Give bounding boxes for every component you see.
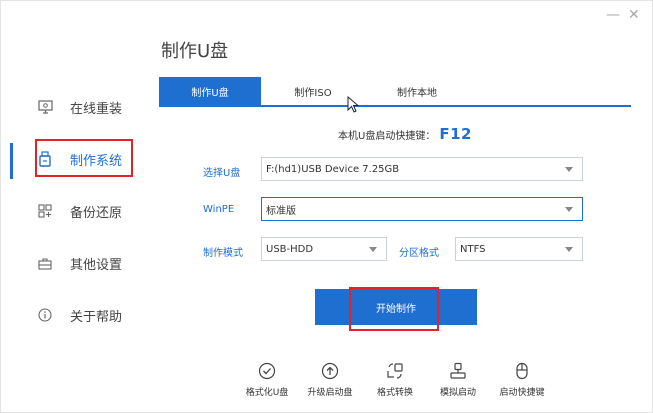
tool-simulate-boot[interactable]: 模拟启动	[428, 361, 488, 401]
usb-device-value: F:(hd1)USB Device 7.25GB	[266, 163, 400, 175]
tab-bar: 制作U盘 制作ISO 制作本地	[159, 77, 631, 107]
mode-label: 制作模式	[203, 248, 243, 259]
info-icon	[36, 306, 54, 324]
tool-label: 启动快捷键	[499, 388, 545, 398]
tab-make-local[interactable]: 制作本地	[365, 77, 469, 105]
chevron-down-icon	[565, 207, 573, 212]
chevron-down-icon	[565, 167, 573, 172]
sidebar-item-online-reinstall[interactable]: 在线重装	[1, 87, 151, 127]
highlight-box-sidebar	[35, 139, 133, 177]
mode-select[interactable]: USB-HDD	[261, 237, 387, 261]
shortcut-hint: 本机U盘启动快捷键： F12	[338, 125, 472, 143]
sidebar-item-backup-restore[interactable]: 备份还原	[1, 191, 151, 231]
sidebar-item-label: 其他设置	[70, 257, 123, 273]
sidebar-item-label: 在线重装	[70, 101, 123, 117]
sidebar-item-label: 备份还原	[70, 205, 123, 221]
shortcut-label: 本机U盘启动快捷键：	[338, 130, 436, 142]
usb-select-label: 选择U盘	[203, 168, 241, 179]
toolbox-icon	[36, 254, 54, 272]
check-circle-icon	[257, 361, 277, 381]
sidebar-item-about-help[interactable]: 关于帮助	[1, 295, 151, 335]
partition-value: NTFS	[460, 243, 486, 255]
tool-format-usb[interactable]: 格式化U盘	[237, 361, 297, 401]
partition-select[interactable]: NTFS	[455, 237, 583, 261]
tool-label: 模拟启动	[439, 388, 476, 398]
sidebar-item-other-settings[interactable]: 其他设置	[1, 243, 151, 283]
winpe-label: WinPE	[203, 204, 235, 215]
grid-backup-icon	[36, 202, 54, 220]
partition-label: 分区格式	[399, 248, 439, 259]
chevron-down-icon	[369, 247, 377, 252]
tool-boot-hotkey[interactable]: 启动快捷键	[492, 361, 552, 401]
tool-format-convert[interactable]: 格式转换	[365, 361, 425, 401]
usb-device-select[interactable]: F:(hd1)USB Device 7.25GB	[261, 157, 583, 181]
convert-icon	[385, 361, 405, 381]
minimize-button[interactable]: —	[606, 7, 620, 23]
tool-upgrade-boot[interactable]: 升级启动盘	[300, 361, 360, 401]
sidebar-item-label: 关于帮助	[70, 309, 123, 325]
close-button[interactable]: ✕	[628, 7, 640, 23]
page-title: 制作U盘	[161, 41, 229, 62]
winpe-value: 标准版	[266, 205, 296, 217]
tool-label: 格式化U盘	[245, 388, 289, 398]
simulate-icon	[448, 361, 468, 381]
winpe-select[interactable]: 标准版	[261, 197, 583, 221]
highlight-box-button	[349, 287, 439, 331]
monitor-icon	[36, 98, 54, 116]
app-window: — ✕ 制作U盘 在线重装 制作系统 备份还原 其他设置 关于帮助 制作U盘 制…	[0, 0, 653, 413]
mouse-icon	[512, 361, 532, 381]
mouse-pointer-icon	[347, 95, 360, 117]
tool-label: 格式转换	[376, 388, 413, 398]
chevron-down-icon	[565, 247, 573, 252]
shortcut-key: F12	[439, 125, 472, 143]
tool-label: 升级启动盘	[307, 388, 353, 398]
upload-circle-icon	[320, 361, 340, 381]
tab-make-usb[interactable]: 制作U盘	[159, 77, 261, 105]
mode-value: USB-HDD	[266, 243, 314, 255]
